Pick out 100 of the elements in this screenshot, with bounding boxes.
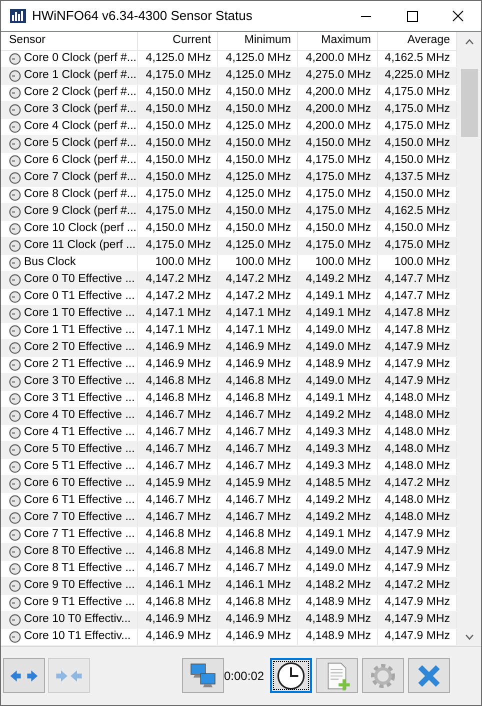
table-cell: 4,146.8 MHz (138, 527, 218, 543)
sensor-name: Core 6 T0 Effective ... (24, 476, 135, 492)
sensor-name: Core 9 T0 Effective ... (24, 578, 135, 594)
table-cell: 4,175.0 MHz (298, 238, 378, 254)
table-cell: 4,147.2 MHz (138, 289, 218, 305)
table-cell: 4,146.8 MHz (138, 595, 218, 611)
close-button[interactable] (408, 658, 450, 693)
sensor-name: Core 3 Clock (perf #... (24, 102, 136, 118)
elapsed-time: 0:00:02 (224, 668, 264, 684)
sensor-name: Core 1 T1 Effective ... (24, 323, 135, 338)
sensor-name: Core 6 Clock (perf #... (24, 153, 136, 168)
sensor-name: Core 5 Clock (perf #... (24, 136, 136, 152)
table-cell: 100.0 MHz (218, 255, 298, 271)
table-cell: 4,146.8 MHz (218, 595, 298, 611)
table-cell: 4,146.7 MHz (138, 561, 218, 577)
table-cell: 4,125.0 MHz (218, 68, 298, 84)
scroll-thumb[interactable] (460, 69, 478, 137)
table-cell: 4,150.0 MHz (138, 221, 218, 237)
table-cell: 4,147.1 MHz (218, 306, 298, 322)
table-cell: 4,149.0 MHz (298, 374, 378, 390)
table-cell: 4,146.9 MHz (138, 357, 218, 373)
table-cell: 4,275.0 MHz (298, 68, 378, 84)
table-cell: 4,175.0 MHz (298, 204, 378, 220)
sensor-name: Core 9 Clock (perf #... (24, 204, 136, 220)
table-cell: 4,146.1 MHz (218, 578, 298, 594)
table-cell: 4,150.0 MHz (138, 102, 218, 118)
table-cell: 4,148.5 MHz (298, 476, 378, 492)
table-cell: 4,150.0 MHz (298, 221, 378, 237)
table-cell: 4,148.2 MHz (298, 578, 378, 594)
column-header[interactable]: Minimum (218, 32, 298, 50)
table-cell: 4,149.2 MHz (298, 493, 378, 509)
network-button[interactable] (182, 658, 224, 693)
sensor-name: Core 10 T0 Effectiv... (24, 612, 131, 628)
sensor-name: Bus Clock (24, 255, 76, 270)
sensor-name: Core 10 Clock (perf ... (24, 221, 136, 236)
table-cell: 4,148.9 MHz (298, 612, 378, 628)
table-cell: 4,149.2 MHz (298, 510, 378, 526)
table-cell: 4,175.0 MHz (138, 204, 218, 220)
scroll-up-icon[interactable] (464, 39, 474, 45)
settings-button[interactable] (362, 658, 404, 693)
table-cell: 4,200.0 MHz (298, 51, 378, 67)
table-cell: 4,150.0 MHz (138, 85, 218, 101)
table-cell: 4,146.1 MHz (138, 578, 218, 594)
table-cell: 4,146.8 MHz (138, 544, 218, 560)
table-cell: 4,146.9 MHz (138, 612, 218, 628)
sensor-name: Core 5 T0 Effective ... (24, 442, 135, 458)
sensor-name: Core 9 T1 Effective ... (24, 595, 135, 610)
table-cell: 4,149.1 MHz (298, 306, 378, 322)
sensor-name: Core 2 T1 Effective ... (24, 357, 135, 372)
column-header[interactable]: Sensor (1, 32, 138, 50)
column-header[interactable]: Current (138, 32, 218, 50)
sensor-name: Core 2 T0 Effective ... (24, 340, 135, 356)
timer-button[interactable] (270, 658, 312, 693)
table-cell: 4,146.9 MHz (218, 357, 298, 373)
sensor-name: Core 0 T0 Effective ... (24, 272, 135, 288)
table-cell: 4,125.0 MHz (218, 119, 298, 135)
table-cell: 4,150.0 MHz (218, 204, 298, 220)
table-cell: 4,146.8 MHz (218, 544, 298, 560)
table-cell: 4,147.2 MHz (138, 272, 218, 288)
sensor-name: Core 10 T1 Effectiv... (24, 629, 131, 644)
table-cell: 4,146.7 MHz (138, 408, 218, 424)
sensor-name: Core 11 Clock (perf ... (24, 238, 136, 254)
table-cell: 4,146.9 MHz (218, 629, 298, 645)
table-cell: 4,149.3 MHz (298, 459, 378, 475)
scrollbar[interactable] (457, 32, 481, 646)
scroll-down-icon[interactable] (464, 634, 474, 640)
table-cell: 4,146.7 MHz (138, 459, 218, 475)
sensor-name: Core 5 T1 Effective ... (24, 459, 135, 474)
table-cell: 4,150.0 MHz (138, 136, 218, 152)
table-cell: 4,200.0 MHz (298, 102, 378, 118)
table-cell: 4,146.7 MHz (218, 425, 298, 441)
table-cell: 4,147.2 MHz (218, 289, 298, 305)
table-cell: 4,147.2 MHz (218, 272, 298, 288)
sensor-name: Core 0 Clock (perf #... (24, 51, 136, 66)
table-cell: 4,146.7 MHz (138, 493, 218, 509)
column-header[interactable]: Maximum (298, 32, 378, 50)
table-cell: 4,146.7 MHz (138, 442, 218, 458)
table-cell: 4,150.0 MHz (218, 221, 298, 237)
table-cell: 4,146.7 MHz (138, 425, 218, 441)
table-cell: 4,175.0 MHz (138, 238, 218, 254)
table-cell: 4,148.9 MHz (298, 357, 378, 373)
sensor-name: Core 8 T1 Effective ... (24, 561, 135, 576)
table-cell: 4,146.8 MHz (138, 374, 218, 390)
table-cell: 4,145.9 MHz (218, 476, 298, 492)
table-cell: 4,175.0 MHz (298, 153, 378, 169)
sensor-name: Core 2 Clock (perf #... (24, 85, 136, 100)
expand-button[interactable] (3, 658, 45, 693)
table-cell: 4,147.1 MHz (138, 306, 218, 322)
sensor-name: Core 7 T0 Effective ... (24, 510, 135, 526)
table-cell: 4,146.9 MHz (138, 629, 218, 645)
table-cell: 4,175.0 MHz (298, 170, 378, 186)
sensor-name: Core 3 T1 Effective ... (24, 391, 135, 406)
table-cell: 4,200.0 MHz (298, 85, 378, 101)
table-cell: 4,146.7 MHz (218, 493, 298, 509)
sensor-name: Core 1 Clock (perf #... (24, 68, 136, 84)
table-cell: 4,146.8 MHz (218, 391, 298, 407)
table-cell: 4,149.3 MHz (298, 442, 378, 458)
table-cell: 4,125.0 MHz (218, 170, 298, 186)
table-cell: 4,147.1 MHz (218, 323, 298, 339)
table-cell: 4,200.0 MHz (298, 119, 378, 135)
